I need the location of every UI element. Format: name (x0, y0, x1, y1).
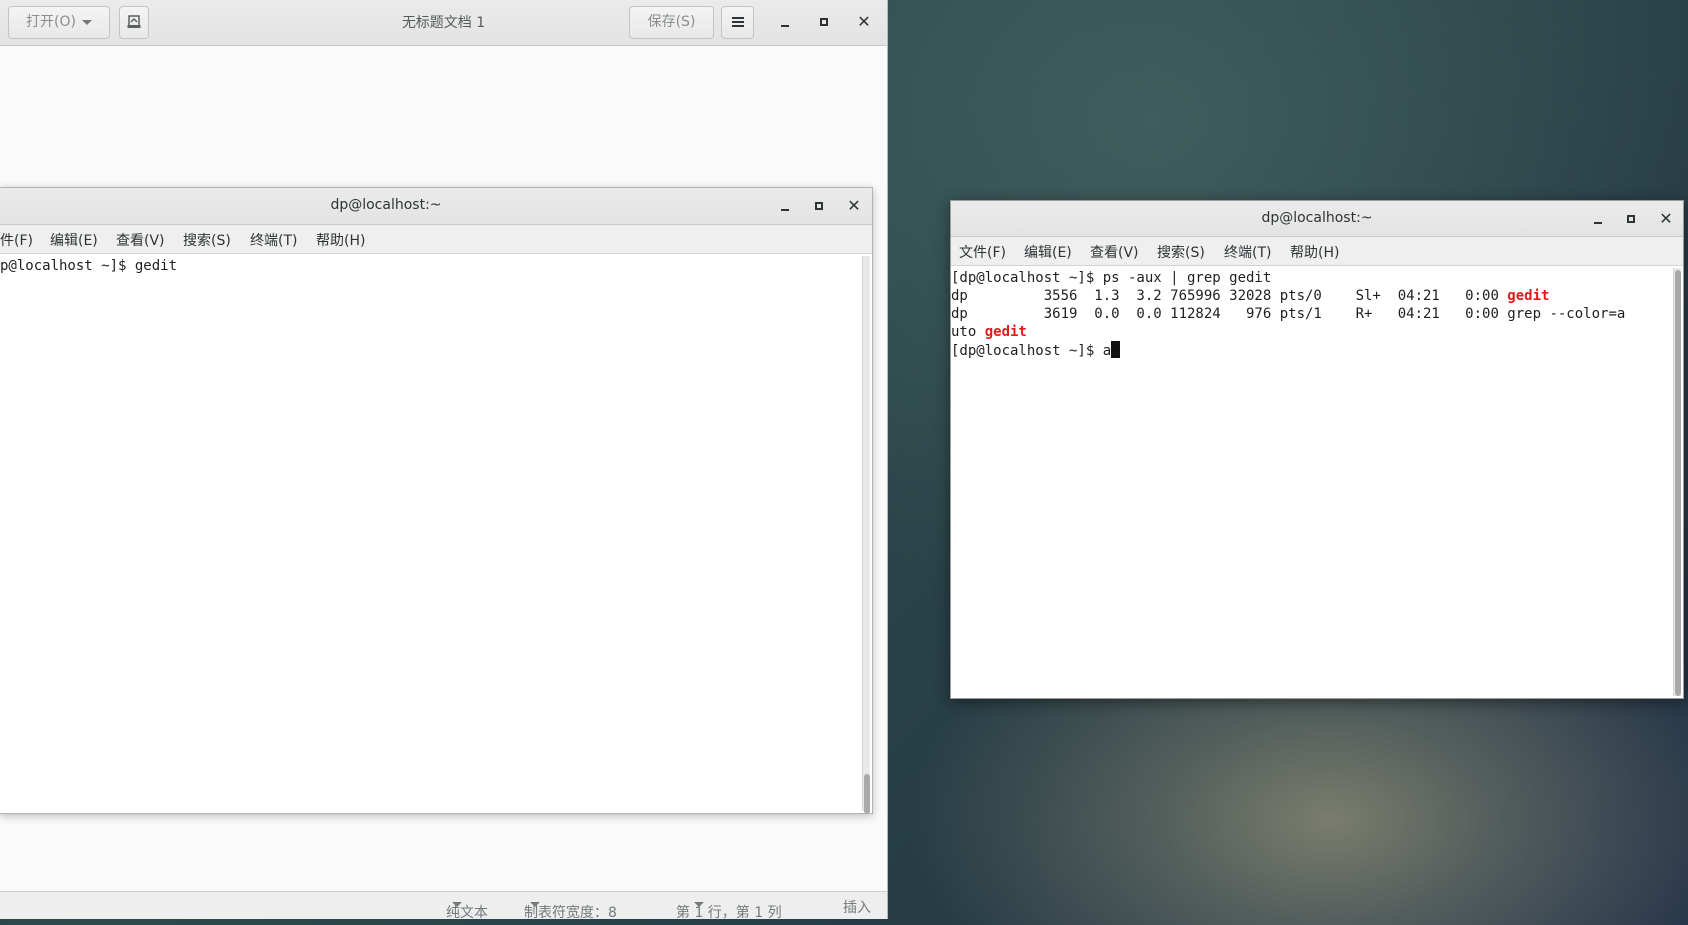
close-icon: ✕ (1659, 209, 1673, 228)
menu-edit[interactable]: 编辑(E) (1024, 242, 1072, 262)
gedit-minimize-button[interactable] (772, 9, 798, 35)
minimize-icon (781, 209, 789, 211)
terminal-right-titlebar: dp@localhost:~ ✕ (951, 201, 1683, 237)
menu-help[interactable]: 帮助(H) (316, 230, 365, 250)
menu-terminal[interactable]: 终端(T) (250, 230, 297, 250)
close-icon: ✕ (857, 12, 871, 31)
terminal-right-title: dp@localhost:~ (1261, 210, 1373, 226)
terminal-right-close-button[interactable]: ✕ (1653, 206, 1679, 232)
terminal-left-minimize-button[interactable] (772, 193, 798, 219)
terminal-prompt-line: [dp@localhost ~]$ a (951, 341, 1121, 359)
terminal-right-output[interactable]: [dp@localhost ~]$ ps -aux | grep gedit d… (951, 266, 1683, 698)
minimize-icon (781, 25, 789, 27)
gedit-statusbar: 纯文本 制表符宽度：8 第 1 行，第 1 列 插入 (0, 891, 887, 919)
menu-terminal[interactable]: 终端(T) (1224, 242, 1271, 262)
gedit-maximize-button[interactable] (811, 9, 837, 35)
chevron-down-icon (694, 902, 704, 907)
maximize-icon (1627, 215, 1635, 223)
cursor-position-label: 第 1 行，第 1 列 (676, 905, 782, 919)
terminal-line: [dp@localhost ~]$ ps -aux | grep gedit (951, 270, 1272, 286)
save-button-label: 保存(S) (647, 14, 696, 30)
menu-edit[interactable]: 编辑(E) (50, 230, 98, 250)
menu-view[interactable]: 查看(V) (1090, 242, 1139, 262)
scrollbar-thumb[interactable] (864, 774, 870, 813)
grep-match: gedit (1507, 288, 1550, 304)
chevron-down-icon (452, 902, 462, 907)
terminal-left-title: dp@localhost:~ (330, 197, 442, 213)
terminal-line: p@localhost ~]$ gedit (0, 258, 178, 274)
terminal-line: dp 3556 1.3 3.2 765996 32028 pts/0 Sl+ 0… (951, 287, 1549, 305)
terminal-left-output[interactable]: p@localhost ~]$ gedit (0, 254, 872, 813)
terminal-left-close-button[interactable]: ✕ (841, 193, 867, 219)
menu-search[interactable]: 搜索(S) (183, 230, 231, 250)
gedit-headerbar: 打开(O) 无标题文档 1 保存(S) ✕ (0, 0, 887, 46)
process-info: uto (951, 324, 985, 340)
terminal-left-titlebar: dp@localhost:~ ✕ (0, 188, 872, 225)
menu-file[interactable]: 文件(F) (959, 242, 1006, 262)
scrollbar-thumb[interactable] (1675, 270, 1681, 696)
menu-icon (731, 17, 744, 27)
terminal-right-minimize-button[interactable] (1585, 206, 1611, 232)
insert-mode-label: 插入 (843, 900, 871, 916)
menu-view[interactable]: 查看(V) (116, 230, 165, 250)
terminal-left-scrollbar[interactable] (862, 256, 870, 813)
text-cursor (1111, 341, 1121, 358)
minimize-icon (1594, 222, 1602, 224)
menu-file[interactable]: 件(F) (0, 230, 33, 250)
close-icon: ✕ (847, 196, 861, 215)
prompt-input: [dp@localhost ~]$ a (951, 343, 1112, 359)
terminal-line: dp 3619 0.0 0.0 112824 976 pts/1 R+ 04:2… (951, 306, 1626, 322)
maximize-icon (820, 18, 828, 26)
process-info: dp 3556 1.3 3.2 765996 32028 pts/0 Sl+ 0… (951, 288, 1508, 304)
chevron-down-icon (530, 902, 540, 907)
terminal-right-scrollbar[interactable] (1673, 268, 1681, 696)
menu-search[interactable]: 搜索(S) (1157, 242, 1205, 262)
grep-match: gedit (984, 324, 1027, 340)
gedit-close-button[interactable]: ✕ (851, 9, 877, 35)
menu-help[interactable]: 帮助(H) (1290, 242, 1339, 262)
hamburger-menu-button[interactable] (721, 6, 754, 39)
maximize-icon (815, 202, 823, 210)
terminal-window-right: dp@localhost:~ ✕ 文件(F) 编辑(E) 查看(V) 搜索(S)… (950, 200, 1684, 699)
terminal-line: uto gedit (951, 323, 1027, 341)
save-button[interactable]: 保存(S) (629, 6, 714, 39)
terminal-right-maximize-button[interactable] (1618, 206, 1644, 232)
terminal-right-menubar: 文件(F) 编辑(E) 查看(V) 搜索(S) 终端(T) 帮助(H) (951, 237, 1683, 266)
terminal-left-menubar: 件(F) 编辑(E) 查看(V) 搜索(S) 终端(T) 帮助(H) (0, 225, 872, 254)
terminal-window-left: dp@localhost:~ ✕ 件(F) 编辑(E) 查看(V) 搜索(S) … (0, 187, 873, 814)
terminal-left-maximize-button[interactable] (806, 193, 832, 219)
